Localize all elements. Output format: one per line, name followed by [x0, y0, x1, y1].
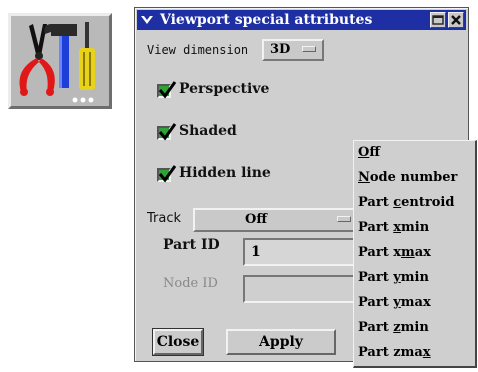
track-value: Off: [245, 212, 267, 227]
checkmark-icon: [158, 123, 177, 141]
window-icon: [432, 15, 444, 25]
menu-item-off[interactable]: Off: [358, 142, 380, 164]
menu-item-part-zmin[interactable]: Part zmin: [358, 317, 429, 339]
part-id-input[interactable]: 1: [243, 238, 355, 266]
close-window-button[interactable]: [448, 12, 464, 28]
view-dimension-select[interactable]: 3D: [262, 39, 324, 61]
maximize-button[interactable]: [430, 12, 446, 28]
node-id-label: Node ID: [163, 276, 218, 291]
shaded-checkbox[interactable]: [157, 123, 177, 141]
tools-icon[interactable]: [8, 13, 112, 109]
title-bar[interactable]: Viewport special attributes: [137, 10, 466, 30]
checkmark-icon: [158, 81, 177, 99]
track-label: Track: [147, 211, 182, 226]
track-select[interactable]: Off: [193, 208, 359, 232]
menu-item-part-xmax[interactable]: Part xmax: [358, 242, 431, 264]
close-button[interactable]: Close: [152, 328, 204, 356]
option-indicator-icon: [302, 46, 316, 52]
apply-button[interactable]: Apply: [226, 329, 336, 355]
menu-item-part-zmax[interactable]: Part zmax: [358, 342, 431, 364]
window-title: Viewport special attributes: [160, 12, 373, 28]
checkmark-icon: [158, 165, 177, 183]
shaded-label[interactable]: Shaded: [179, 123, 237, 139]
node-id-input[interactable]: [243, 275, 355, 303]
part-id-label: Part ID: [163, 237, 220, 253]
close-icon: [451, 15, 461, 25]
view-dimension-label: View dimension: [147, 43, 249, 57]
view-dimension-value: 3D: [270, 42, 291, 57]
menu-item-part-ymax[interactable]: Part ymax: [358, 292, 431, 314]
option-indicator-icon: [337, 216, 351, 222]
perspective-checkbox[interactable]: [157, 81, 177, 99]
menu-item-node-number[interactable]: Node number: [358, 167, 457, 189]
hidden-line-label[interactable]: Hidden line: [179, 165, 271, 181]
perspective-label[interactable]: Perspective: [179, 81, 269, 97]
chevron-down-icon[interactable]: [140, 13, 154, 27]
menu-item-part-xmin[interactable]: Part xmin: [358, 217, 429, 239]
hidden-line-checkbox[interactable]: [157, 165, 177, 183]
track-dropdown-menu: Off Node number Part centroid Part xmin …: [353, 140, 477, 368]
menu-item-part-ymin[interactable]: Part ymin: [358, 267, 429, 289]
menu-item-part-centroid[interactable]: Part centroid: [358, 192, 454, 214]
